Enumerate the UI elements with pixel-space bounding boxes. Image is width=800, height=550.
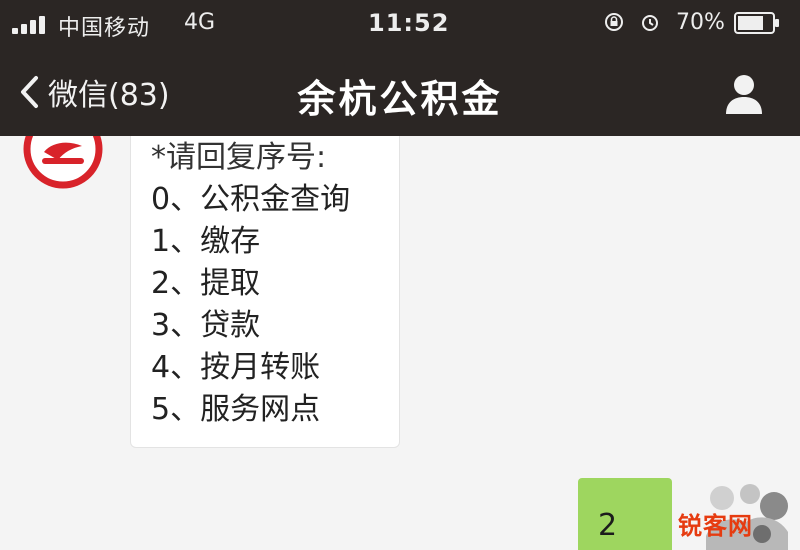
site-watermark: 锐客网: [678, 512, 753, 540]
menu-option-1: 1、缴存: [151, 224, 261, 259]
wechat-chat-screen: 中国移动 4G 11:52 70% 微信(83) 余杭公积金 *请回复序号: 0…: [0, 0, 800, 550]
status-time: 11:52: [368, 9, 450, 37]
menu-option-2: 2、提取: [151, 266, 261, 301]
menu-option-0: 0、公积金查询: [151, 182, 351, 217]
chat-area[interactable]: *请回复序号: 0、公积金查询 1、缴存 2、提取 3、贷款 4、按月转账 5、…: [0, 136, 800, 550]
lock-rotation-icon: [605, 13, 623, 31]
status-bar: 中国移动 4G 11:52 70%: [0, 0, 800, 48]
battery-icon: [734, 12, 779, 34]
received-message-bubble[interactable]: *请回复序号: 0、公积金查询 1、缴存 2、提取 3、贷款 4、按月转账 5、…: [130, 136, 400, 448]
alarm-icon: [642, 15, 658, 31]
menu-option-3: 3、贷款: [151, 308, 261, 343]
network-type: 4G: [184, 10, 216, 35]
bot-avatar[interactable]: [22, 136, 104, 190]
carrier-name: 中国移动: [58, 16, 151, 41]
chat-title: 余杭公积金: [297, 77, 503, 121]
menu-option-5: 5、服务网点: [151, 392, 321, 427]
battery-percent: 70%: [676, 10, 725, 35]
person-icon[interactable]: [720, 70, 768, 118]
menu-option-4: 4、按月转账: [151, 350, 321, 385]
signal-bars-icon: [12, 14, 52, 34]
menu-prompt: *请回复序号:: [151, 140, 327, 175]
sent-message-bubble[interactable]: 2: [578, 478, 672, 550]
nav-bar: 微信(83) 余杭公积金: [0, 48, 800, 136]
sent-message-text: 2: [598, 508, 618, 543]
